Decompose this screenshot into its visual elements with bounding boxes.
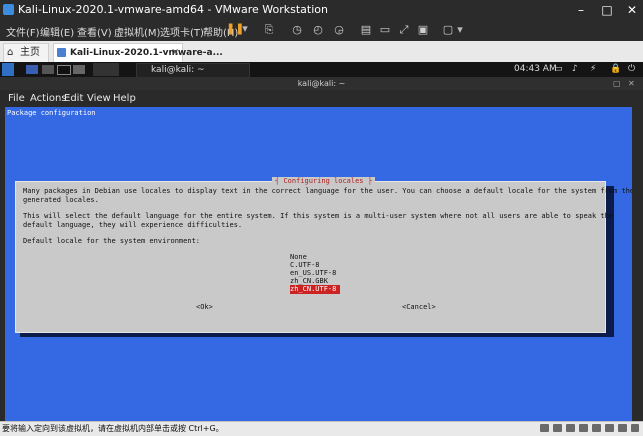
send-keys-icon[interactable]: ⎘ <box>261 22 277 38</box>
cdrom-icon[interactable] <box>553 424 562 432</box>
vmware-title-bar: Kali-Linux-2020.1-vmware-amd64 - VMware … <box>0 0 643 20</box>
display-icon[interactable]: ▢ <box>440 22 456 38</box>
tab-home-label: 主页 <box>20 47 40 58</box>
package-configuration-header: Package configuration <box>7 109 96 117</box>
taskbar-terminal-label: kali@kali: ~ <box>151 65 205 75</box>
terminal-menubar: File Actions Edit View Help <box>0 90 643 107</box>
dialog-text-line: Default locale for the system environmen… <box>23 237 201 245</box>
cancel-button[interactable]: <Cancel> <box>402 303 436 312</box>
menu-edit[interactable]: 编辑(E) <box>40 24 74 39</box>
file-manager-icon[interactable] <box>73 65 85 74</box>
power-icon[interactable]: ⚡ <box>590 63 596 76</box>
ok-button[interactable]: <Ok> <box>196 303 213 312</box>
terminal-menu-edit[interactable]: Edit <box>64 93 83 104</box>
workspace-switcher[interactable] <box>93 63 119 76</box>
display-tray-icon[interactable]: ▭ <box>554 63 563 76</box>
workspace-1[interactable] <box>26 65 38 74</box>
locale-dialog: ┤ Configuring locales ├ Many packages in… <box>15 177 632 333</box>
tab-bar: ⌂ 主页 Kali-Linux-2020.1-vmware-a... × <box>0 41 643 63</box>
lock-icon[interactable]: 🔒 <box>610 63 621 76</box>
snapshot-manager-icon[interactable]: ◶ <box>331 22 347 38</box>
terminal-title: kali@kali: ~ <box>0 77 643 90</box>
kali-menu-icon[interactable] <box>2 63 14 76</box>
xfce-top-panel: kali@kali: ~ 04:43 AM ▭ ♪ ⚡ 🔒 ⏻ <box>0 62 643 78</box>
vmware-app-icon <box>3 4 14 15</box>
network-icon[interactable] <box>566 424 575 432</box>
logout-icon[interactable]: ⏻ <box>628 63 635 76</box>
tab-kali-vm[interactable]: Kali-Linux-2020.1-vmware-a... × <box>53 43 223 62</box>
menu-view[interactable]: 查看(V) <box>77 24 112 39</box>
status-text: 要将输入定向到该虚拟机，请在虚拟机内部单击或按 Ctrl+G。 <box>2 424 224 433</box>
chevron-down-icon[interactable]: ▾ <box>241 21 249 37</box>
maximize-button[interactable]: □ <box>598 2 616 18</box>
fullscreen-icon[interactable]: ⤢ <box>396 22 412 38</box>
sound-icon[interactable] <box>592 424 601 432</box>
home-icon: ⌂ <box>7 47 14 58</box>
terminal-screen[interactable]: Package configuration ┤ Configuring loca… <box>5 107 632 421</box>
notifications-icon[interactable]: ♪ <box>572 63 578 76</box>
terminal-menu-view[interactable]: View <box>87 93 111 104</box>
window-title: Kali-Linux-2020.1-vmware-amd64 - VMware … <box>18 3 328 16</box>
menu-vm[interactable]: 虚拟机(M) <box>114 24 160 39</box>
console-view-icon[interactable]: ▭ <box>377 22 393 38</box>
display-status-icon[interactable] <box>618 424 627 432</box>
chevron-down-icon[interactable]: ▾ <box>456 22 464 38</box>
dialog-shadow <box>605 186 614 337</box>
terminal-close-icon[interactable]: ✕ <box>628 79 635 88</box>
menu-file[interactable]: 文件(F) <box>6 24 40 39</box>
unity-icon[interactable]: ▣ <box>415 22 431 38</box>
locale-option-zh-cn-utf8[interactable]: zh_CN.UTF-8 <box>290 285 340 294</box>
terminal-menu-file[interactable]: File <box>8 93 25 104</box>
snapshot-icon[interactable]: ◷ <box>289 22 305 38</box>
dialog-text-line: This will select the default language fo… <box>23 212 614 220</box>
tab-home[interactable]: ⌂ 主页 <box>3 43 49 62</box>
pause-icon[interactable]: ❚❚ <box>226 21 244 37</box>
printer-icon[interactable] <box>605 424 614 432</box>
hdd-icon[interactable] <box>540 424 549 432</box>
tab-close-icon[interactable]: × <box>171 44 179 62</box>
sidebar-icon[interactable]: ▤ <box>358 22 374 38</box>
vm-icon <box>57 48 66 57</box>
close-button[interactable]: ✕ <box>623 2 641 18</box>
minimize-button[interactable]: – <box>572 2 590 18</box>
dialog-text-line: generated locales. <box>23 196 99 204</box>
usb-icon[interactable] <box>579 424 588 432</box>
workspace-2[interactable] <box>42 65 54 74</box>
menu-tabs[interactable]: 选项卡(T) <box>160 24 204 39</box>
dialog-title: ┤ Configuring locales ├ <box>272 177 375 186</box>
taskbar-terminal[interactable]: kali@kali: ~ <box>136 63 250 78</box>
tab-vm-label: Kali-Linux-2020.1-vmware-a... <box>70 48 223 58</box>
message-log-icon[interactable] <box>631 424 639 432</box>
revert-snapshot-icon[interactable]: ◴ <box>310 22 326 38</box>
dialog-text-line: default language, they will experience d… <box>23 221 243 229</box>
panel-clock: 04:43 AM <box>514 64 557 74</box>
dialog-text-line: Many packages in Debian use locales to d… <box>23 187 632 195</box>
terminal-menu-actions[interactable]: Actions <box>30 93 67 104</box>
terminal-menu-help[interactable]: Help <box>113 93 136 104</box>
terminal-maximize-icon[interactable]: ▢ <box>613 79 621 88</box>
terminal-launcher-icon[interactable] <box>57 65 71 75</box>
